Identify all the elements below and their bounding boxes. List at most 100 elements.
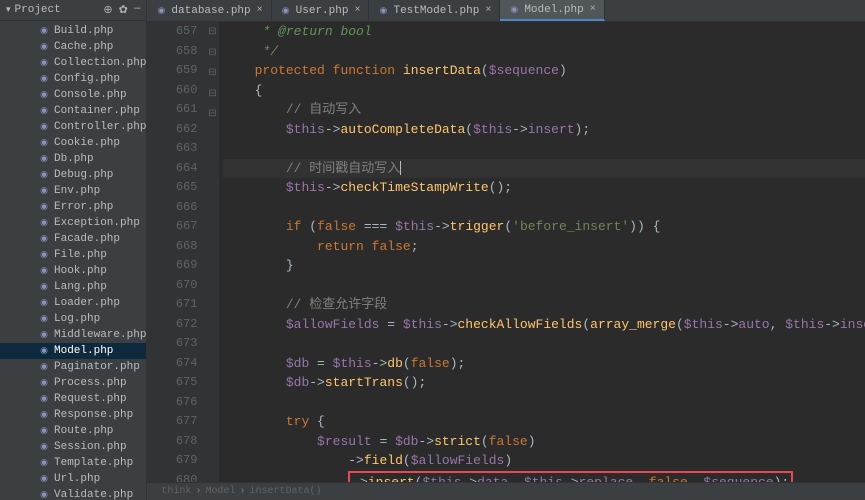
fold-icon[interactable]: ⊟	[208, 109, 216, 120]
php-icon: ◉	[38, 249, 50, 261]
code-line[interactable]: $allowFields = $this->checkAllowFields(a…	[223, 315, 865, 335]
tree-file[interactable]: ◉Loader.php	[0, 295, 146, 311]
tree-file[interactable]: ◉Debug.php	[0, 167, 146, 183]
code-line[interactable]: $this->checkTimeStampWrite();	[223, 178, 865, 198]
line-number: 671	[147, 295, 197, 315]
file-label: Container.php	[54, 105, 140, 117]
code-line[interactable]: // 检查允许字段	[223, 295, 865, 315]
editor-main: ◉database.php×◉User.php×◉TestModel.php×◉…	[147, 0, 865, 500]
code-line[interactable]: ->field($allowFields)	[223, 451, 865, 471]
tree-file[interactable]: ◉Cookie.php	[0, 135, 146, 151]
editor-tab[interactable]: ◉Model.php×	[500, 0, 604, 21]
line-number: 676	[147, 393, 197, 413]
code-line[interactable]: $this->autoCompleteData($this->insert);	[223, 120, 865, 140]
tree-file[interactable]: ◉Response.php	[0, 407, 146, 423]
close-icon[interactable]: ×	[354, 5, 360, 16]
code-line[interactable]: */	[223, 42, 865, 62]
tree-file[interactable]: ◉Hook.php	[0, 263, 146, 279]
tree-file[interactable]: ◉Build.php	[0, 23, 146, 39]
fold-icon[interactable]: ⊟	[208, 27, 216, 38]
file-label: Template.php	[54, 457, 133, 469]
close-icon[interactable]: ×	[257, 5, 263, 16]
close-icon[interactable]: ×	[590, 4, 596, 15]
tree-file[interactable]: ◉Request.php	[0, 391, 146, 407]
php-icon: ◉	[38, 121, 50, 133]
php-icon: ◉	[38, 329, 50, 341]
sidebar-title[interactable]: Project	[6, 4, 103, 16]
php-icon: ◉	[38, 185, 50, 197]
line-number: 658	[147, 42, 197, 62]
breadcrumb[interactable]: think › Model › insertData()	[147, 482, 865, 500]
code-line[interactable]: {	[223, 81, 865, 101]
code-line[interactable]: protected function insertData($sequence)	[223, 61, 865, 81]
tree-file[interactable]: ◉Error.php	[0, 199, 146, 215]
close-icon[interactable]: ×	[485, 5, 491, 16]
code-line[interactable]	[223, 393, 865, 413]
fold-icon[interactable]: ⊟	[208, 48, 216, 59]
code-line[interactable]: try {	[223, 412, 865, 432]
tree-file[interactable]: ◉Env.php	[0, 183, 146, 199]
tree-file[interactable]: ◉Template.php	[0, 455, 146, 471]
tree-file[interactable]: ◉Validate.php	[0, 487, 146, 500]
code-line[interactable]	[223, 276, 865, 296]
code-line[interactable]: // 自动写入	[223, 100, 865, 120]
tab-label: Model.php	[524, 4, 583, 16]
tree-file[interactable]: ◉Log.php	[0, 311, 146, 327]
tree-file[interactable]: ◉Collection.php	[0, 55, 146, 71]
tree-file[interactable]: ◉Model.php	[0, 343, 146, 359]
code-line[interactable]: * @return bool	[223, 22, 865, 42]
hide-icon[interactable]: —	[134, 3, 141, 17]
code-line[interactable]	[223, 198, 865, 218]
collapse-icon[interactable]: ⊕	[103, 3, 112, 17]
tree-file[interactable]: ◉Session.php	[0, 439, 146, 455]
tree-file[interactable]: ◉Process.php	[0, 375, 146, 391]
editor-tab[interactable]: ◉TestModel.php×	[369, 0, 500, 21]
line-number: 668	[147, 237, 197, 257]
code-line[interactable]: $db = $this->db(false);	[223, 354, 865, 374]
code-line[interactable]: // 时间戳自动写入	[223, 159, 865, 179]
tree-file[interactable]: ◉Console.php	[0, 87, 146, 103]
project-tree[interactable]: ◉Build.php◉Cache.php◉Collection.php◉Conf…	[0, 21, 146, 500]
line-number: 675	[147, 373, 197, 393]
tree-file[interactable]: ◉Cache.php	[0, 39, 146, 55]
code-line[interactable]	[223, 334, 865, 354]
fold-icon[interactable]: ⊟	[208, 89, 216, 100]
code-line[interactable]: return false;	[223, 237, 865, 257]
tree-file[interactable]: ◉Route.php	[0, 423, 146, 439]
fold-gutter[interactable]: ⊟ ⊟ ⊟ ⊟ ⊟	[205, 22, 219, 482]
code-area[interactable]: * @return bool */ protected function ins…	[219, 22, 865, 482]
fold-icon[interactable]: ⊟	[208, 68, 216, 79]
tree-file[interactable]: ◉File.php	[0, 247, 146, 263]
php-icon: ◉	[38, 153, 50, 165]
project-sidebar: Project ⊕ ✿ — ◉Build.php◉Cache.php◉Colle…	[0, 0, 147, 500]
editor-tab[interactable]: ◉database.php×	[147, 0, 271, 21]
tree-file[interactable]: ◉Controller.php	[0, 119, 146, 135]
gear-icon[interactable]: ✿	[119, 3, 128, 17]
tree-file[interactable]: ◉Container.php	[0, 103, 146, 119]
code-line[interactable]	[223, 139, 865, 159]
code-line[interactable]: $result = $db->strict(false)	[223, 432, 865, 452]
tree-file[interactable]: ◉Exception.php	[0, 215, 146, 231]
tree-file[interactable]: ◉Config.php	[0, 71, 146, 87]
file-label: Validate.php	[54, 489, 133, 500]
php-icon: ◉	[280, 5, 292, 17]
code-line[interactable]: $db->startTrans();	[223, 373, 865, 393]
file-label: Request.php	[54, 393, 127, 405]
code-line[interactable]: if (false === $this->trigger('before_ins…	[223, 217, 865, 237]
line-number: 680	[147, 471, 197, 483]
tree-file[interactable]: ◉Db.php	[0, 151, 146, 167]
tree-file[interactable]: ◉Paginator.php	[0, 359, 146, 375]
php-icon: ◉	[38, 217, 50, 229]
code-editor[interactable]: 6576586596606616626636646656666676686696…	[147, 22, 865, 482]
line-number: 679	[147, 451, 197, 471]
code-line[interactable]: }	[223, 256, 865, 276]
tree-file[interactable]: ◉Lang.php	[0, 279, 146, 295]
tree-file[interactable]: ◉Facade.php	[0, 231, 146, 247]
tree-file[interactable]: ◉Url.php	[0, 471, 146, 487]
code-line[interactable]: ->insert($this->data, $this->replace, fa…	[223, 471, 865, 483]
file-label: Debug.php	[54, 169, 113, 181]
php-icon: ◉	[377, 5, 389, 17]
tree-file[interactable]: ◉Middleware.php	[0, 327, 146, 343]
editor-tab[interactable]: ◉User.php×	[272, 0, 370, 21]
php-icon: ◉	[38, 409, 50, 421]
